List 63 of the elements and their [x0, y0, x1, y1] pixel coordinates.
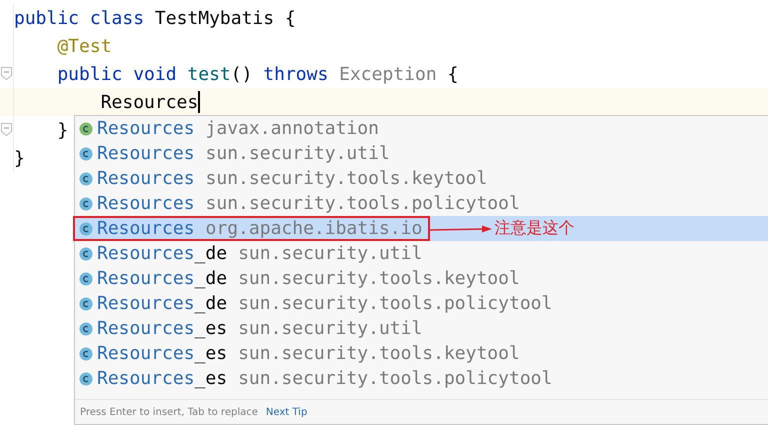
annotation-note: 注意是这个 [494, 218, 574, 239]
completion-item[interactable]: Resources_es sun.security.tools.policytool [75, 366, 768, 391]
annotation-icon [79, 122, 93, 136]
completion-item[interactable]: Resources sun.security.util [75, 141, 768, 166]
class-name: Resources_es [97, 368, 228, 389]
class-name: Resources [97, 193, 195, 214]
class-icon [79, 172, 93, 186]
code-token: { [448, 64, 458, 84]
package-name: sun.security.util [238, 243, 422, 264]
package-name: javax.annotation [206, 118, 379, 139]
class-name: Resources [97, 218, 195, 239]
completion-item[interactable]: Resources org.apache.ibatis.io 注意是这个 [75, 216, 768, 241]
code-token: } [14, 148, 25, 168]
code-token: throws [263, 64, 330, 84]
class-icon [79, 272, 93, 286]
completion-item[interactable]: Resources javax.annotation [75, 116, 768, 141]
completion-item[interactable]: Resources_de sun.security.tools.keytool [75, 266, 768, 291]
code-token: public class [14, 8, 146, 28]
class-icon [79, 246, 93, 260]
package-name: sun.security.tools.policytool [238, 293, 552, 314]
next-tip-link[interactable]: Next Tip [266, 406, 308, 418]
fold-marker-icon[interactable] [1, 67, 12, 80]
class-icon [79, 296, 93, 310]
package-name: org.apache.ibatis.io [206, 218, 422, 239]
class-name: Resources [97, 143, 195, 164]
completion-item[interactable]: Resources_de sun.security.util [75, 241, 768, 266]
text-caret [198, 91, 200, 113]
code-token: test [187, 64, 231, 84]
code-token: public void [56, 64, 178, 84]
class-icon [79, 322, 93, 336]
class-icon [79, 372, 93, 386]
code-token: TestMybatis { [154, 8, 296, 28]
package-name: sun.security.tools.keytool [206, 168, 488, 189]
completion-item[interactable]: Resources sun.security.tools.keytool [75, 166, 768, 191]
class-name: Resources_de [97, 243, 228, 264]
code-token: Resources [100, 92, 198, 112]
class-name: Resources_es [97, 318, 228, 339]
package-name: sun.security.tools.keytool [238, 343, 520, 364]
hint-text: Press Enter to insert, Tab to replace [80, 406, 258, 418]
package-name: sun.security.util [206, 143, 390, 164]
completion-item[interactable]: Resources sun.security.tools.policytool [75, 191, 768, 216]
class-name: Resources_de [97, 293, 228, 314]
code-token: () [230, 64, 254, 84]
class-icon [79, 346, 93, 360]
code-token: Exception [339, 64, 438, 84]
completion-item[interactable]: Resources_es sun.security.util [75, 316, 768, 341]
fold-marker-icon[interactable] [1, 123, 12, 136]
class-icon [79, 196, 93, 210]
package-name: sun.security.tools.policytool [238, 368, 552, 389]
package-name: sun.security.tools.policytool [206, 193, 520, 214]
class-icon [79, 146, 93, 160]
completion-item[interactable]: Resources_es sun.security.tools.keytool [75, 341, 768, 366]
completion-item[interactable]: Resources_de sun.security.tools.policytool [75, 291, 768, 316]
package-name: sun.security.util [238, 318, 422, 339]
package-name: sun.security.tools.keytool [238, 268, 520, 289]
arrow-icon [430, 224, 492, 234]
class-name: Resources_es [97, 343, 228, 364]
code-token: } [56, 120, 68, 140]
code-token: @Test [56, 36, 112, 56]
class-name: Resources [97, 168, 195, 189]
class-name: Resources [97, 118, 195, 139]
class-icon [79, 222, 93, 236]
class-name: Resources_de [97, 268, 228, 289]
